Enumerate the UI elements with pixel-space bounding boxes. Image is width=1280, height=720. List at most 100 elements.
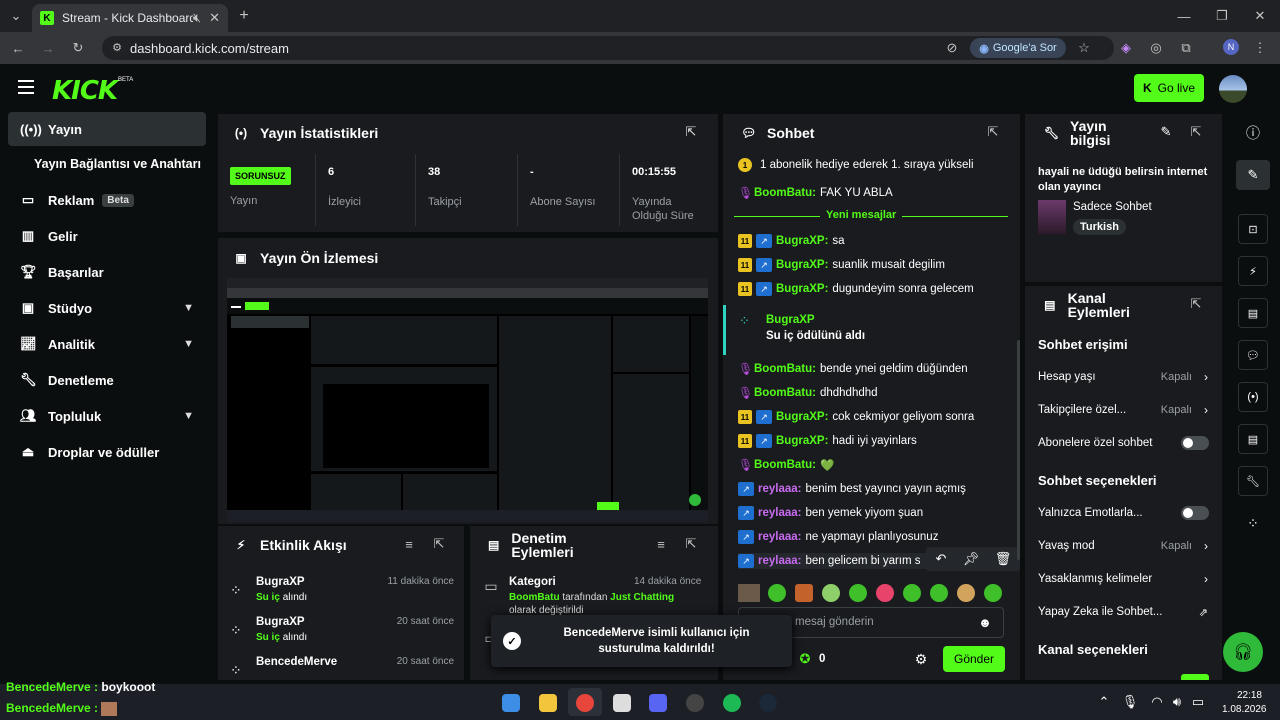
menu-kebab-icon[interactable]: ⋮ <box>1252 40 1268 56</box>
sidebar-item-studyo[interactable]: ▣ Stüdyo ▼ <box>8 291 206 325</box>
emoji-icon[interactable]: ☻ <box>978 615 992 630</box>
address-bar[interactable]: ⚙ dashboard.kick.com/stream <box>102 36 1114 60</box>
steam-icon[interactable] <box>759 694 777 712</box>
support-headset-icon[interactable]: 🎧︎ <box>1223 632 1263 672</box>
popout-icon[interactable]: ⇱ <box>986 124 1000 139</box>
popout-icon[interactable]: ⇱ <box>1189 296 1203 311</box>
emote-icon[interactable] <box>876 584 894 602</box>
sidebar-item-gelir[interactable]: ▥ Gelir <box>8 219 206 253</box>
sidebar-item-droplar[interactable]: ⏏ Droplar ve ödüller <box>8 435 206 469</box>
emote-icon[interactable] <box>822 584 840 602</box>
extension-icon[interactable]: ◈ <box>1118 40 1134 56</box>
forward-icon[interactable]: → <box>40 40 56 56</box>
slow-mode-row[interactable]: Yavaş mod Kapalı › <box>1038 538 1210 554</box>
edit-mode-icon[interactable]: ✎ <box>1236 160 1270 190</box>
user-avatar[interactable] <box>1219 75 1247 103</box>
reply-icon[interactable]: ↶ <box>934 551 948 566</box>
chat-username[interactable]: BugraXP: <box>776 411 828 423</box>
edit-pencil-icon[interactable]: ✎ <box>1159 124 1173 139</box>
microphone-icon[interactable]: 🎙︎ <box>1122 694 1139 709</box>
wifi-icon[interactable]: ◠ <box>1150 694 1164 709</box>
file-explorer-icon[interactable] <box>539 694 557 712</box>
chrome-icon[interactable] <box>576 694 594 712</box>
popout-icon[interactable]: ⇱ <box>432 536 446 551</box>
discord-icon[interactable] <box>649 694 667 712</box>
emote-icon[interactable] <box>930 584 948 602</box>
sidebar-item-reklam[interactable]: ▭ Reklam Beta <box>8 183 206 217</box>
followers-only-row[interactable]: Takipçilere özel... Kapalı › <box>1038 402 1210 418</box>
emote-icon[interactable] <box>795 584 813 602</box>
reload-icon[interactable]: ↻ <box>70 40 86 56</box>
chat-username[interactable]: reylaaa: <box>758 507 801 519</box>
tab-search-icon[interactable]: ⌄ <box>8 8 24 24</box>
delete-icon[interactable]: 🗑︎ <box>995 551 1012 566</box>
chat-username[interactable]: BoomBatu: <box>754 459 816 471</box>
sidebar-item-basarilar[interactable]: 🏆︎ Başarılar <box>8 255 206 289</box>
lightning-icon[interactable]: ⚡︎ <box>1238 256 1268 286</box>
chat-username[interactable]: BugraXP: <box>776 435 828 447</box>
chat-username[interactable]: BugraXP: <box>776 283 828 295</box>
popout-icon[interactable]: ⇱ <box>684 124 698 139</box>
battery-icon[interactable]: ▭ <box>1190 694 1206 709</box>
close-window-icon[interactable]: ✕ <box>1252 8 1268 24</box>
chat-username[interactable]: BugraXP: <box>776 235 828 247</box>
clip-icon[interactable]: ⊡ <box>1238 214 1268 244</box>
maximize-icon[interactable]: ❐ <box>1214 8 1230 24</box>
minimize-icon[interactable]: — <box>1176 8 1192 24</box>
reward-username[interactable]: BugraXP <box>766 314 815 326</box>
spotify-icon[interactable] <box>723 694 741 712</box>
points-icon[interactable]: ✪ <box>798 651 812 666</box>
emote-icon[interactable] <box>957 584 975 602</box>
info-icon[interactable]: ⓘ <box>1244 124 1262 142</box>
back-icon[interactable]: ← <box>10 40 26 56</box>
emote-icon[interactable] <box>849 584 867 602</box>
popout-icon[interactable]: ⇱ <box>684 536 698 551</box>
chat-username[interactable]: BoomBatu: <box>754 387 816 399</box>
subs-only-toggle[interactable] <box>1181 436 1209 450</box>
extensions-puzzle-icon[interactable]: ⧉ <box>1178 40 1194 56</box>
new-tab-button[interactable]: + <box>236 7 252 24</box>
send-button[interactable]: Gönder <box>943 646 1005 672</box>
sidebar-item-yayin[interactable]: ((•)) Yayın <box>8 112 206 146</box>
chat-username[interactable]: BoomBatu: <box>754 363 816 375</box>
sidebar-item-denetleme[interactable]: 🔧︎ Denetleme <box>8 363 206 397</box>
tray-chevron-icon[interactable]: ⌃ <box>1098 694 1110 709</box>
obs-icon[interactable] <box>686 694 704 712</box>
emotes-only-toggle[interactable] <box>1181 506 1209 520</box>
sidebar-item-stream-key[interactable]: Yayın Bağlantısı ve Anahtarı <box>8 147 206 181</box>
channel-actions-icon[interactable]: ▤ <box>1238 424 1268 454</box>
kick-logo[interactable]: KICK <box>52 76 118 106</box>
chat-username[interactable]: BugraXP: <box>776 259 828 271</box>
emote-icon[interactable] <box>768 584 786 602</box>
windows-start-icon[interactable] <box>502 694 520 712</box>
notes-icon[interactable]: ▤ <box>1238 298 1268 328</box>
google-sor-button[interactable]: ◉ Google'a Sor <box>970 38 1066 58</box>
chat-username[interactable]: reylaaa: <box>758 555 801 567</box>
ai-chat-row[interactable]: Yapay Zeka ile Sohbet... ⇗ <box>1038 604 1210 620</box>
volume-icon[interactable]: 🔊︎ <box>1170 694 1184 709</box>
banned-words-row[interactable]: Yasaklanmış kelimeler › <box>1038 571 1210 587</box>
chat-username[interactable]: BoomBatu: <box>754 187 816 199</box>
extension2-icon[interactable]: ◎ <box>1148 40 1164 56</box>
category-name[interactable]: Sadece Sohbet <box>1073 201 1152 213</box>
filter-icon[interactable]: ≡ <box>402 537 416 552</box>
chat-username[interactable]: reylaaa: <box>758 531 801 543</box>
profile-avatar[interactable]: N <box>1223 39 1239 55</box>
emote-icon[interactable] <box>903 584 921 602</box>
filter-icon[interactable]: ≡ <box>654 537 668 552</box>
chat-scrollbar[interactable] <box>1017 340 1020 560</box>
sidebar-item-analitik[interactable]: 📈︎ Analitik ▼ <box>8 327 206 361</box>
chat-bubble-icon[interactable]: 💬︎ <box>1238 340 1268 370</box>
popout-icon[interactable]: ⇱ <box>1189 124 1203 139</box>
capcut-icon[interactable] <box>613 694 631 712</box>
sidebar-item-topluluk[interactable]: 👥︎ Topluluk ▼ <box>8 399 206 433</box>
settings-gear-icon[interactable]: ⚙ <box>914 651 928 667</box>
site-info-icon[interactable]: ⚙ <box>110 40 124 54</box>
emote-thumbnail[interactable] <box>738 584 760 602</box>
taskbar-clock[interactable]: 22:18 1.08.2026 <box>1222 689 1267 716</box>
browser-tab[interactable]: K Stream - Kick Dashboard 🔇︎ ✕ <box>32 4 228 32</box>
hamburger-menu-icon[interactable] <box>18 80 34 94</box>
pin-icon[interactable]: 📌︎ <box>963 551 980 566</box>
go-live-button[interactable]: K Go live <box>1134 74 1204 102</box>
eye-off-icon[interactable]: ⊘ <box>944 40 960 56</box>
